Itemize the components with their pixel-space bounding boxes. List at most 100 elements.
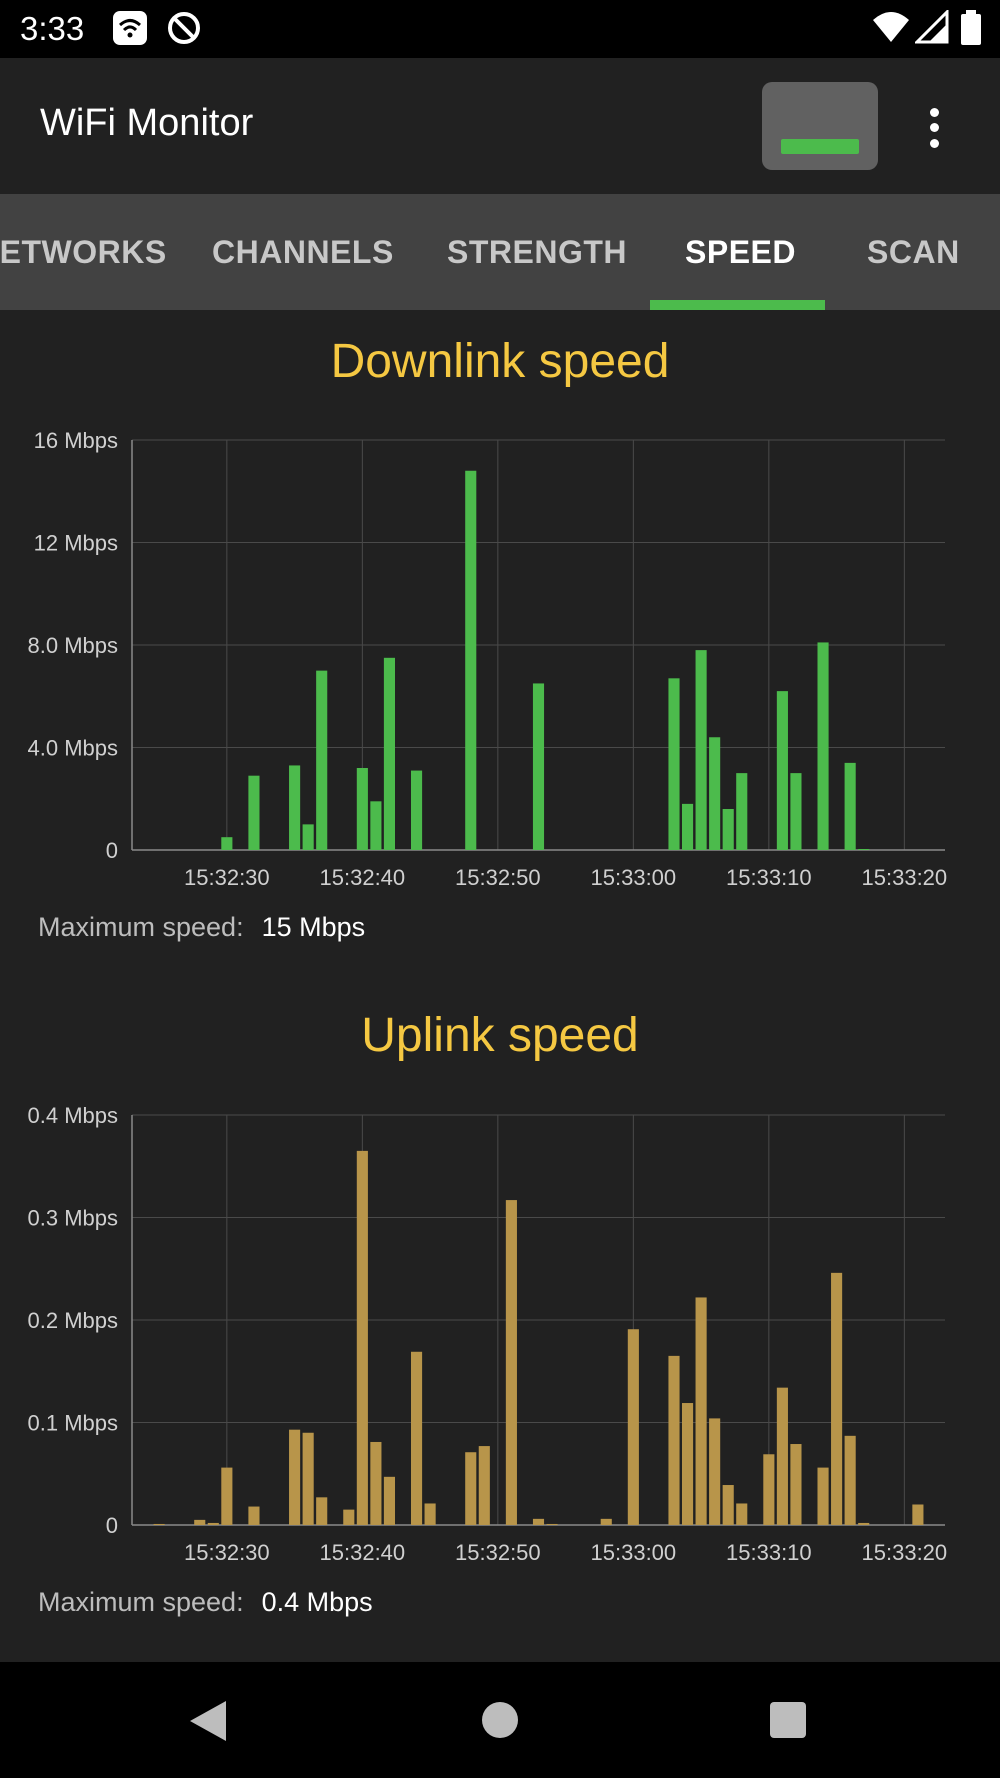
uplink-bar [831, 1272, 843, 1525]
uplink-bar [316, 1497, 328, 1525]
uplink-x-tick-label: 15:32:50 [455, 1540, 541, 1565]
connection-status-button[interactable] [762, 82, 878, 170]
navigation-bar [0, 1662, 1000, 1778]
downlink-bar [858, 849, 870, 850]
uplink-bar [681, 1403, 694, 1525]
uplink-bar [424, 1503, 436, 1525]
downlink-bar [668, 678, 680, 850]
uplink-bar [695, 1297, 707, 1525]
app-title: WiFi Monitor [40, 102, 254, 144]
uplink-bar [383, 1476, 396, 1525]
uplink-bar [912, 1504, 924, 1525]
tab-speed[interactable]: SPEED [685, 194, 796, 310]
back-icon[interactable] [188, 1699, 228, 1743]
tab-scan[interactable]: SCAN [867, 194, 960, 310]
connection-status-icon [781, 139, 859, 154]
uplink-bar [776, 1387, 788, 1525]
uplink-bar [844, 1435, 856, 1525]
downlink-y-tick-label: 8.0 Mbps [28, 633, 119, 658]
uplink-chart: 0 0.1 Mbps 0.2 Mbps 0.3 Mbps 0.4 Mbps 15:32:3… [28, 1103, 948, 1565]
uplink-y-tick-label: 0.2 Mbps [28, 1308, 119, 1333]
uplink-bar [343, 1509, 355, 1525]
uplink-bar [302, 1432, 314, 1525]
downlink-bar [817, 642, 829, 850]
status-time: 3:33 [20, 10, 85, 47]
uplink-max-label: Maximum speed: [38, 1587, 244, 1617]
downlink-bar [681, 803, 694, 850]
downlink-bar [383, 657, 396, 850]
uplink-bar [722, 1485, 734, 1525]
downlink-bar [776, 691, 788, 850]
uplink-bar [600, 1518, 612, 1525]
home-icon[interactable] [480, 1700, 520, 1740]
uplink-x-tick-label: 15:33:20 [862, 1540, 948, 1565]
downlink-bar [709, 737, 721, 850]
uplink-bar [790, 1444, 802, 1525]
downlink-bar [221, 837, 233, 850]
uplink-x-tick-label: 15:33:10 [726, 1540, 812, 1565]
uplink-y-tick-label: 0.3 Mbps [28, 1206, 119, 1231]
uplink-bar [207, 1522, 219, 1525]
downlink-bar [370, 801, 382, 850]
cell-signal-icon [915, 10, 949, 44]
downlink-x-tick-label: 15:32:50 [455, 865, 541, 890]
wifi-signal-icon [873, 12, 909, 42]
downlink-x-tick-label: 15:33:20 [862, 865, 948, 890]
uplink-bar [478, 1446, 490, 1525]
downlink-y-tick-label: 12 Mbps [34, 531, 118, 556]
downlink-y-tick-label: 0 [106, 838, 118, 863]
uplink-bar [668, 1355, 680, 1525]
wifi-monitor-notification-icon [113, 11, 147, 45]
downlink-y-tick-label: 4.0 Mbps [28, 736, 119, 761]
downlink-bar [736, 773, 748, 850]
downlink-y-tick-label: 16 Mbps [34, 428, 118, 453]
uplink-max-speed: Maximum speed: 0.4 Mbps [38, 1587, 373, 1618]
uplink-bar [289, 1429, 301, 1525]
uplink-bar [532, 1518, 545, 1525]
tab-networks[interactable]: NETWORKS [0, 194, 167, 310]
app-bar: WiFi Monitor [0, 58, 1000, 194]
tab-indicator [650, 300, 825, 310]
downlink-x-tick-label: 15:32:30 [184, 865, 270, 890]
downlink-x-tick-label: 15:33:00 [591, 865, 677, 890]
uplink-bar [194, 1519, 206, 1525]
uplink-bar [817, 1467, 829, 1525]
downlink-bar [289, 765, 301, 850]
uplink-bar [546, 1523, 558, 1525]
uplink-y-tick-label: 0 [106, 1513, 118, 1538]
do-not-disturb-icon [168, 12, 200, 44]
downlink-x-tick-label: 15:32:40 [320, 865, 406, 890]
uplink-bar [248, 1506, 260, 1525]
uplink-bar [736, 1503, 748, 1525]
downlink-bar [722, 809, 734, 850]
uplink-x-tick-label: 15:32:40 [320, 1540, 406, 1565]
downlink-max-speed: Maximum speed: 15 Mbps [38, 912, 365, 943]
uplink-bar [763, 1454, 775, 1525]
downlink-bar [844, 762, 856, 850]
downlink-chart: 0 4.0 Mbps 8.0 Mbps 12 Mbps 16 Mbps 15:32:30 1… [28, 428, 948, 890]
uplink-y-tick-label: 0.4 Mbps [28, 1103, 119, 1128]
uplink-max-value: 0.4 Mbps [261, 1587, 373, 1617]
uplink-bar [410, 1351, 423, 1525]
uplink-bar [370, 1441, 382, 1525]
recents-icon[interactable] [768, 1700, 808, 1740]
uplink-bar [505, 1200, 517, 1525]
downlink-bar [532, 683, 545, 850]
tab-channels[interactable]: CHANNELS [212, 194, 394, 310]
status-bar: 3:33 [0, 0, 1000, 58]
uplink-bar [709, 1418, 721, 1525]
downlink-bar [316, 670, 328, 850]
downlink-bar [410, 770, 423, 850]
downlink-bar [790, 773, 802, 850]
uplink-bar [627, 1329, 639, 1525]
uplink-bar [221, 1467, 233, 1525]
downlink-bar [356, 768, 368, 850]
downlink-bar [302, 824, 314, 850]
tab-bar: NETWORKS CHANNELS STRENGTH SPEED SCAN [0, 194, 1000, 310]
tab-strength[interactable]: STRENGTH [447, 194, 627, 310]
downlink-max-label: Maximum speed: [38, 912, 244, 942]
uplink-bar [465, 1452, 477, 1525]
uplink-bar [858, 1522, 870, 1525]
downlink-x-tick-label: 15:33:10 [726, 865, 812, 890]
more-vert-icon[interactable] [925, 106, 945, 150]
